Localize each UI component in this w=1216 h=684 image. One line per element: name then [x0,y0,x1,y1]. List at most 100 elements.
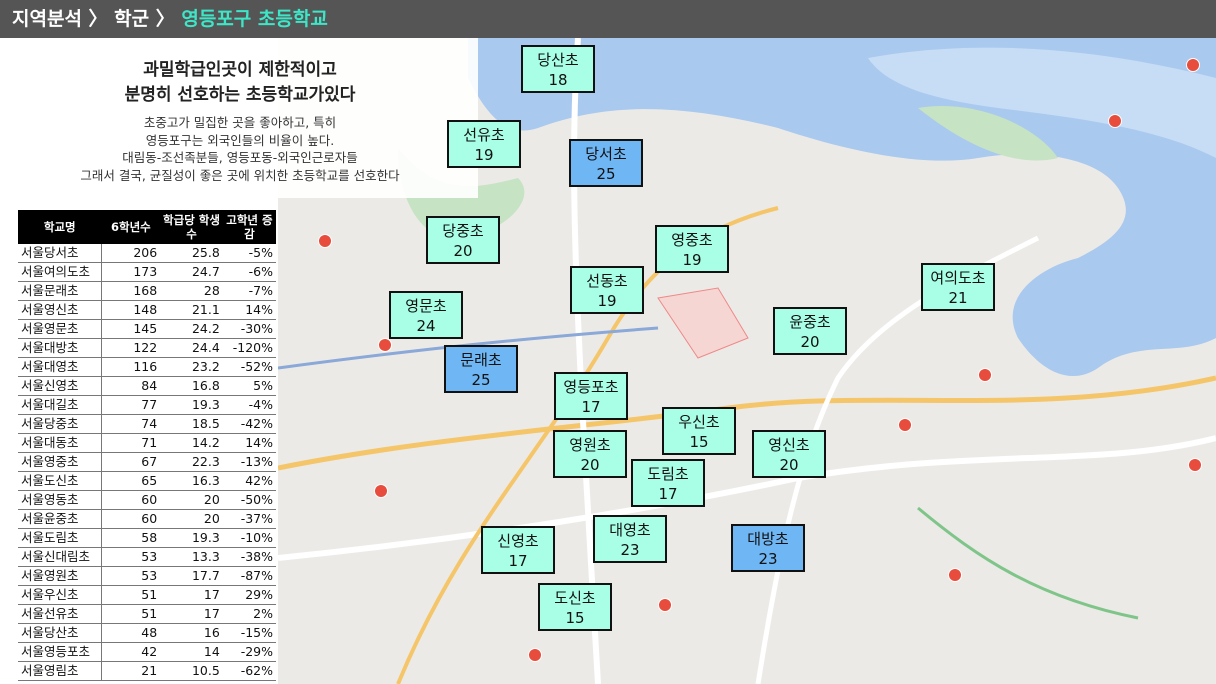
value-cell: -38% [222,547,276,567]
school-label[interactable]: 당산초 18 [521,45,595,93]
value-cell: 16.3 [160,471,223,491]
value-cell: 71 [101,433,161,453]
school-name-cell: 서울대동초 [18,433,103,453]
map-pin-icon [318,234,332,248]
map-pin-icon [1188,458,1202,472]
value-cell: 20 [160,509,223,529]
table-row: 서울당산초 48 16 -15% [18,623,276,643]
value-cell: 16 [160,623,223,643]
value-cell: -50% [222,490,276,510]
school-label-name: 당중초 [442,222,484,240]
table-row: 서울영문초 145 24.2 -30% [18,319,276,339]
school-label-name: 우신초 [678,413,720,431]
school-label-name: 선유초 [463,126,505,144]
school-label-name: 신영초 [497,532,539,550]
value-cell: 42% [222,471,276,491]
value-cell: 16.8 [160,376,223,396]
school-label[interactable]: 당서초 25 [569,139,643,187]
school-name-cell: 서울영동초 [18,490,103,510]
school-label[interactable]: 선동초 19 [570,266,644,314]
school-label[interactable]: 대영초 23 [593,515,667,563]
school-name-cell: 서울신대림초 [18,547,103,567]
school-label-name: 대영초 [609,521,651,539]
map-pin-icon [1108,114,1122,128]
school-label[interactable]: 여의도초 21 [921,263,995,311]
school-label-value: 20 [453,242,473,260]
value-cell: 58 [101,528,161,548]
school-name-cell: 서울영등포초 [18,642,103,662]
school-label[interactable]: 영문초 24 [389,291,463,339]
school-label-value: 20 [779,456,799,474]
school-label[interactable]: 영등포초 17 [554,372,628,420]
value-cell: 74 [101,414,161,434]
school-name-cell: 서울당중초 [18,414,103,434]
value-cell: -13% [222,452,276,472]
school-label-value: 17 [581,398,601,416]
school-name-cell: 서울대방초 [18,338,103,358]
map-pin-icon [378,338,392,352]
school-name-cell: 서울대영초 [18,357,103,377]
school-label-value: 19 [474,146,494,164]
table-row: 서울당서초 206 25.8 -5% [18,244,276,263]
value-cell: 17 [160,585,223,605]
map-pin-icon [978,368,992,382]
value-cell: -52% [222,357,276,377]
school-label[interactable]: 도림초 17 [631,459,705,507]
school-label[interactable]: 윤중초 20 [773,307,847,355]
value-cell: 24.7 [160,262,223,282]
school-label[interactable]: 도신초 15 [538,583,612,631]
school-label[interactable]: 신영초 17 [481,526,555,574]
map-pin-icon [374,484,388,498]
value-cell: 53 [101,547,161,567]
value-cell: 23.2 [160,357,223,377]
value-cell: 84 [101,376,161,396]
school-label-value: 17 [508,552,528,570]
school-label-name: 도림초 [647,465,689,483]
value-cell: -6% [222,262,276,282]
value-cell: 17 [160,604,223,624]
value-cell: 14 [160,642,223,662]
value-cell: 21.1 [160,300,223,320]
value-cell: 148 [101,300,161,320]
intro-line: 영등포구는 외국인들의 비율이 높다. [145,132,335,148]
value-cell: 28 [160,281,223,301]
school-label-name: 당서초 [585,145,627,163]
column-header: 학급당 학생수 [160,210,223,244]
table-row: 서울대길초 77 19.3 -4% [18,395,276,415]
value-cell: 5% [222,376,276,396]
breadcrumb-main: 지역분석 〉 학군 〉 [12,8,182,30]
school-label[interactable]: 영신초 20 [752,430,826,478]
value-cell: 19.3 [160,395,223,415]
value-cell: 29% [222,585,276,605]
school-name-cell: 서울대길초 [18,395,103,415]
table-row: 서울대동초 71 14.2 14% [18,433,276,453]
value-cell: 10.5 [160,661,223,681]
school-name-cell: 서울당서초 [18,244,103,263]
school-label[interactable]: 영중초 19 [655,225,729,273]
school-label[interactable]: 대방초 23 [731,524,805,572]
school-label[interactable]: 당중초 20 [426,216,500,264]
value-cell: 18.5 [160,414,223,434]
value-cell: 2% [222,604,276,624]
school-label-value: 15 [565,609,585,627]
value-cell: 20 [160,490,223,510]
value-cell: 116 [101,357,161,377]
map-pin-icon [948,568,962,582]
table-row: 서울선유초 51 17 2% [18,604,276,624]
value-cell: 60 [101,509,161,529]
intro-panel: 과밀학급인곳이 제한적이고 분명히 선호하는 초등학교가있다 초중고가 밀집한 … [0,38,478,198]
value-cell: 65 [101,471,161,491]
headline: 과밀학급인곳이 제한적이고 분명히 선호하는 초등학교가있다 [40,58,440,108]
school-name-cell: 서울신영초 [18,376,103,396]
table-row: 서울신영초 84 16.8 5% [18,376,276,396]
school-label[interactable]: 영원초 20 [553,430,627,478]
school-label[interactable]: 선유초 19 [447,120,521,168]
value-cell: 173 [101,262,161,282]
table-row: 서울영동초 60 20 -50% [18,490,276,510]
school-label[interactable]: 우신초 15 [662,407,736,455]
school-label[interactable]: 문래초 25 [444,345,518,393]
value-cell: 17.7 [160,566,223,586]
value-cell: 24.2 [160,319,223,339]
value-cell: 168 [101,281,161,301]
school-name-cell: 서울도림초 [18,528,103,548]
